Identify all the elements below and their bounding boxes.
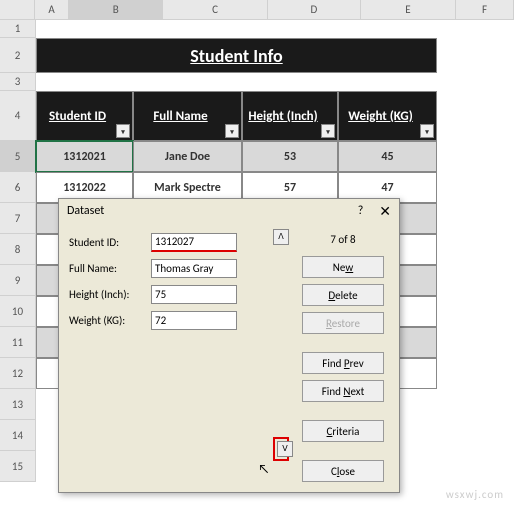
cell-id[interactable]: 1312021 — [36, 141, 133, 172]
record-counter: 7 of 8 — [330, 233, 355, 246]
help-icon[interactable]: ? — [358, 204, 364, 218]
row-6[interactable]: 6 — [0, 172, 35, 203]
table-row: 1312021 Jane Doe 53 45 — [36, 141, 437, 172]
height-field[interactable] — [151, 285, 237, 304]
row-10[interactable]: 10 — [0, 296, 35, 327]
page-title: Student Info — [36, 38, 437, 73]
row-13[interactable]: 13 — [0, 389, 35, 420]
th-height: Height (Inch)▾ — [242, 91, 338, 141]
filter-icon[interactable]: ▾ — [116, 124, 130, 138]
row-14[interactable]: 14 — [0, 420, 35, 451]
col-c[interactable]: C — [163, 0, 268, 19]
filter-icon[interactable]: ▾ — [321, 124, 335, 138]
col-a[interactable]: A — [35, 0, 70, 19]
dialog-titlebar[interactable]: Dataset ? ✕ — [59, 199, 399, 223]
full-name-field[interactable] — [151, 259, 237, 278]
dialog-title: Dataset — [67, 204, 104, 218]
scroll-up-icon[interactable]: ᐱ — [273, 229, 289, 245]
row-2[interactable]: 2 — [0, 38, 35, 73]
filter-icon[interactable]: ▾ — [420, 124, 434, 138]
row-8[interactable]: 8 — [0, 234, 35, 265]
watermark: wsxwj.com — [446, 488, 504, 501]
row-4[interactable]: 4 — [0, 91, 35, 141]
criteria-button[interactable]: Criteria — [302, 420, 384, 442]
cell-height[interactable]: 53 — [242, 141, 338, 172]
filter-icon[interactable]: ▾ — [225, 124, 239, 138]
col-d[interactable]: D — [268, 0, 361, 19]
row-headers: 1 2 3 4 5 6 7 8 9 10 11 12 13 14 15 — [0, 20, 36, 482]
row-9[interactable]: 9 — [0, 265, 35, 296]
row-3[interactable]: 3 — [0, 73, 35, 91]
th-student-id: Student ID▾ — [36, 91, 133, 141]
delete-button[interactable]: Delete — [302, 284, 384, 306]
dataset-dialog: Dataset ? ✕ Student ID: Full Name: Heigh… — [58, 198, 400, 493]
close-icon[interactable]: ✕ — [379, 203, 391, 220]
col-f[interactable]: F — [456, 0, 514, 19]
row-12[interactable]: 12 — [0, 358, 35, 389]
column-headers: A B C D E F — [0, 0, 514, 20]
cell-weight[interactable]: 45 — [338, 141, 437, 172]
student-id-field[interactable] — [151, 233, 237, 252]
row-7[interactable]: 7 — [0, 203, 35, 234]
row-11[interactable]: 11 — [0, 327, 35, 358]
close-button[interactable]: Close — [302, 460, 384, 482]
find-prev-button[interactable]: Find Prev — [302, 352, 384, 374]
record-scrollbar[interactable]: ᐱ ᐯ — [273, 229, 289, 461]
restore-button: Restore — [302, 312, 384, 334]
label-weight: Weight (KG): — [69, 314, 147, 327]
label-height: Height (Inch): — [69, 288, 147, 301]
col-e[interactable]: E — [361, 0, 456, 19]
label-student-id: Student ID: — [69, 236, 147, 249]
th-full-name: Full Name▾ — [133, 91, 242, 141]
dialog-buttons: 7 of 8 New Delete Restore Find Prev Find… — [297, 229, 389, 488]
find-next-button[interactable]: Find Next — [302, 380, 384, 402]
col-b[interactable]: B — [69, 0, 163, 19]
dialog-form: Student ID: Full Name: Height (Inch): We… — [69, 229, 265, 488]
label-full-name: Full Name: — [69, 262, 147, 275]
cell-name[interactable]: Jane Doe — [133, 141, 242, 172]
row-15[interactable]: 15 — [0, 451, 35, 482]
weight-field[interactable] — [151, 311, 237, 330]
th-weight: Weight (KG)▾ — [338, 91, 437, 141]
col-all[interactable] — [0, 0, 35, 19]
row-5[interactable]: 5 — [0, 141, 35, 172]
new-button[interactable]: New — [302, 256, 384, 278]
table-header: Student ID▾ Full Name▾ Height (Inch)▾ We… — [36, 91, 437, 141]
row-1[interactable]: 1 — [0, 20, 35, 38]
scroll-down-icon[interactable]: ᐯ — [277, 441, 293, 457]
